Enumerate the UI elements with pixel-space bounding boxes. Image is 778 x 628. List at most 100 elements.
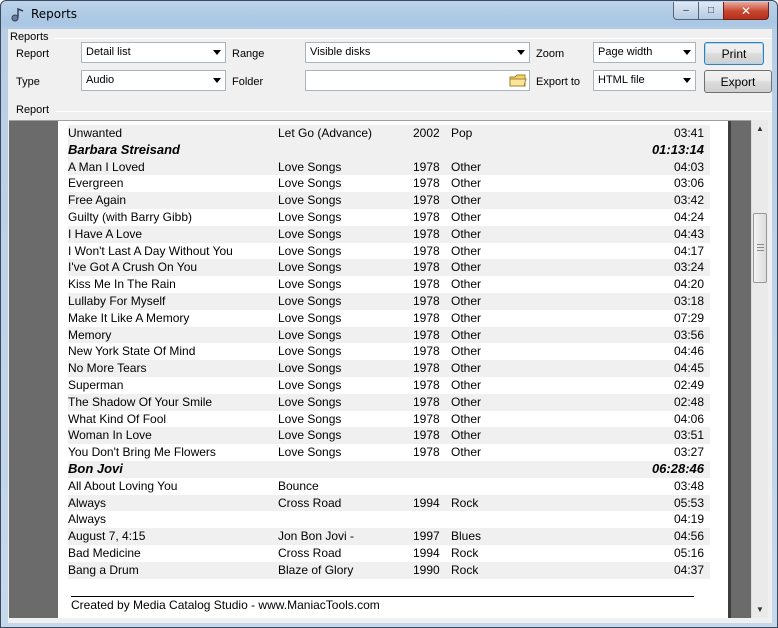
range-select-value: Visible disks [310,46,371,58]
track-genre: Other [451,243,482,258]
track-title: Kiss Me In The Rain [68,277,176,292]
table-row: Evergreen Love Songs 1978 Other 03:06 [68,175,710,192]
artist-total-length: 01:13:14 [651,141,704,157]
report-rows: Unwanted Let Go (Advance) 2002 Pop 03:41 Barb… [68,125,710,579]
track-album: Love Songs [278,226,342,241]
report-label: Report [16,48,50,60]
track-year: 2002 [413,126,440,140]
minimize-button[interactable]: – [673,2,699,20]
zoom-select[interactable]: Page width [593,42,696,63]
artist-total-length: 06:28:46 [651,460,704,476]
track-album: Love Songs [278,394,342,409]
track-genre: Other [451,293,482,308]
track-title: Guilty (with Barry Gibb) [68,209,193,224]
table-row: Woman In Love Love Songs 1978 Other 03:51 [68,427,710,445]
track-length: 03:18 [673,293,704,308]
window-title: Reports [31,7,78,21]
track-album: Love Songs [278,243,342,258]
chevron-down-icon [213,50,221,55]
scroll-up-button[interactable]: ▲ [752,120,768,136]
app-icon [11,7,24,22]
export-to-select[interactable]: HTML file [593,70,696,91]
table-row: I Have A Love Love Songs 1978 Other 04:43 [68,225,710,243]
table-row: Always 04:19 [68,511,710,528]
track-genre: Other [451,377,482,392]
track-genre: Blues [451,529,482,544]
type-select-value: Audio [86,74,115,86]
track-genre: Other [451,310,482,325]
table-row: A Man I Loved Love Songs 1978 Other 04:03 [68,158,710,176]
report-select-value: Detail list [86,46,131,58]
track-length: 04:56 [673,529,704,544]
chevron-down-icon [517,50,525,55]
track-title: Evergreen [68,176,124,191]
track-year: 1978 [413,293,440,308]
track-length: 04:03 [673,159,704,174]
maximize-button[interactable]: □ [698,2,724,20]
track-album: Love Songs [278,361,342,376]
track-album: Love Songs [278,293,342,308]
folder-icon [509,74,527,87]
export-to-label: Export to [536,76,581,88]
reports-group-divider [54,38,772,39]
close-icon: ✕ [740,3,752,18]
track-album: Love Songs [278,428,342,443]
scroll-down-button[interactable]: ▼ [752,601,768,617]
table-row: Bad Medicine Cross Road 1994 Rock 05:16 [68,545,710,562]
report-preview[interactable]: Unwanted Let Go (Advance) 2002 Pop 03:41 Barb… [9,120,751,618]
track-album: Love Songs [278,344,342,359]
range-select[interactable]: Visible disks [305,42,530,63]
track-year: 1997 [413,529,440,544]
artist-name: Bon Jovi [68,460,123,476]
maximize-icon: □ [707,5,715,16]
track-length: 04:43 [673,226,704,241]
folder-input[interactable] [305,70,530,91]
track-length: 03:27 [673,445,704,460]
track-length: 04:24 [673,209,704,224]
scroll-thumb[interactable] [753,213,767,283]
table-row: Lullaby For Myself Love Songs 1978 Other 03:… [68,292,710,310]
table-row: You Don't Bring Me Flowers Love Songs 1978… [68,444,710,461]
track-length: 07:29 [673,310,704,325]
close-button[interactable]: ✕ [723,2,769,20]
track-genre: Other [451,445,482,460]
table-row: What Kind Of Fool Love Songs 1978 Other 04:0… [68,411,710,428]
artist-group-row: Barbara Streisand 01:13:14 [68,141,710,159]
reports-window: Reports – □ ✕ Reports Report Detail list… [0,0,778,628]
footer-divider [71,596,694,597]
track-genre: Other [451,226,482,241]
report-select[interactable]: Detail list [81,42,226,63]
table-row: The Shadow Of Your Smile Love Songs 1978 Ot… [68,393,710,411]
track-album: Blaze of Glory [278,562,354,577]
track-year: 1978 [413,260,440,275]
table-row: Always Cross Road 1994 Rock 05:53 [68,494,710,512]
track-album: Love Songs [278,193,342,208]
track-genre: Rock [451,545,479,560]
track-year: 1994 [413,495,440,510]
vertical-scrollbar[interactable]: ▲ ▼ [751,120,768,618]
table-row: No More Tears Love Songs 1978 Other 04:45 [68,360,710,377]
track-album: Love Songs [278,377,342,392]
track-title: I Have A Love [68,226,143,241]
export-button[interactable]: Export [704,70,772,93]
track-year: 1978 [413,411,440,426]
browse-folder-button[interactable] [508,72,528,90]
print-button[interactable]: Print [704,42,764,65]
title-bar[interactable]: Reports – □ ✕ [1,1,777,29]
scroll-down-icon: ▼ [756,604,764,614]
table-row: Make It Like A Memory Love Songs 1978 Other… [68,310,710,327]
track-length: 03:56 [673,327,704,342]
type-select[interactable]: Audio [81,70,226,91]
track-year: 1978 [413,176,440,191]
track-length: 04:19 [673,512,704,527]
table-row: Superman Love Songs 1978 Other 02:49 [68,377,710,394]
track-year: 1978 [413,394,440,409]
folder-label: Folder [232,76,264,88]
track-genre: Other [451,176,482,191]
report-group-label: Report [16,104,50,116]
track-title: You Don't Bring Me Flowers [68,445,216,460]
track-album: Love Songs [278,159,342,174]
track-genre: Rock [451,495,479,510]
track-title: Free Again [68,193,127,208]
chevron-down-icon [683,78,691,83]
